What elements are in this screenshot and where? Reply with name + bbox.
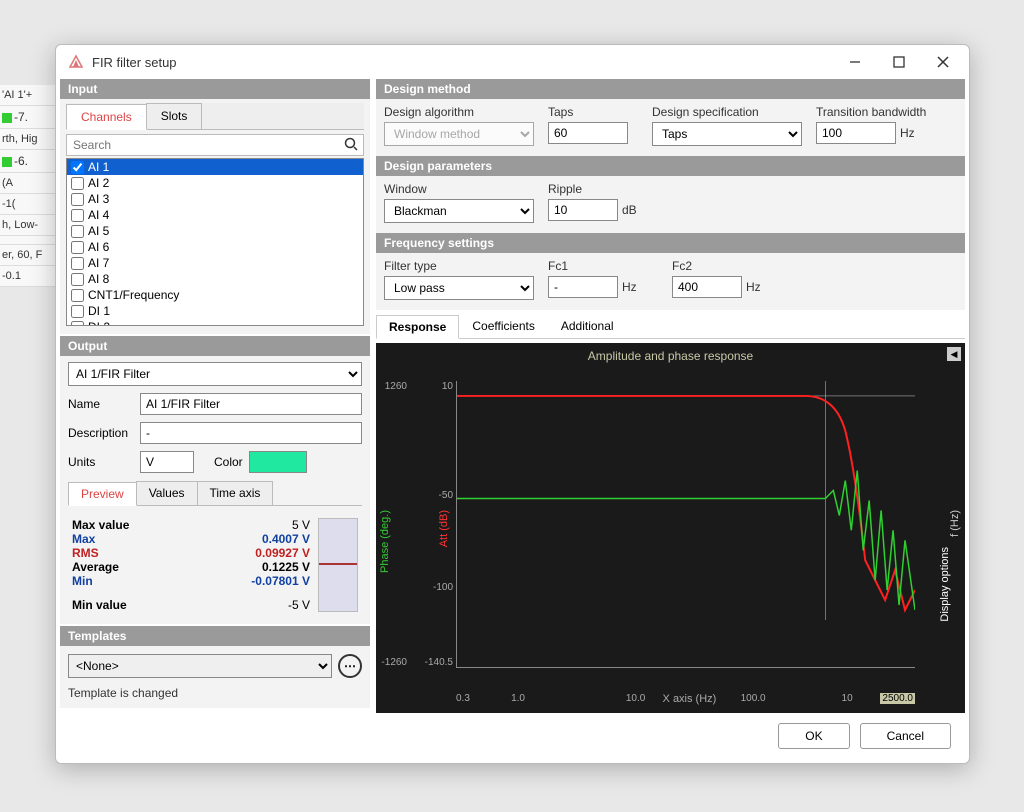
tab-preview[interactable]: Preview [68,482,137,506]
input-section-header: Input [60,79,370,99]
tab-slots[interactable]: Slots [146,103,203,129]
channel-checkbox[interactable] [71,321,84,327]
window-title: FIR filter setup [92,55,833,70]
ok-button[interactable]: OK [778,723,849,749]
color-picker[interactable] [249,451,307,473]
channel-checkbox[interactable] [71,225,84,238]
app-logo-icon [68,54,84,70]
description-field[interactable] [140,422,362,444]
channel-checkbox[interactable] [71,305,84,318]
display-options-button[interactable]: Display options [939,547,951,622]
output-channel-select[interactable]: AI 1/FIR Filter [68,362,362,386]
channel-item[interactable]: AI 6 [67,239,363,255]
x-axis-label: X axis (Hz) [663,693,717,705]
freq-settings-header: Frequency settings [376,233,965,253]
template-select[interactable]: <None> [68,654,332,678]
channel-item[interactable]: DI 2 [67,319,363,326]
channel-item[interactable]: AI 7 [67,255,363,271]
channel-list[interactable]: AI 1 AI 2 AI 3 AI 4 AI 5 AI 6 AI 7 AI 8 … [66,158,364,326]
level-bar [318,518,358,612]
channel-item[interactable]: AI 4 [67,207,363,223]
chart-title: Amplitude and phase response [376,343,965,363]
att-axis-label: Att (dB) [438,510,450,547]
channel-item[interactable]: AI 8 [67,271,363,287]
template-more-button[interactable]: ⋯ [338,654,362,678]
search-input[interactable] [66,134,364,156]
fir-filter-dialog: FIR filter setup Input Channels Slots AI… [55,44,970,764]
name-label: Name [68,397,140,411]
design-method-header: Design method [376,79,965,99]
channel-item[interactable]: AI 2 [67,175,363,191]
transition-bw-field[interactable] [816,122,896,144]
color-label: Color [214,455,243,469]
response-chart[interactable]: ◀ Amplitude and phase response Phase (de… [376,343,965,713]
name-field[interactable] [140,393,362,415]
tab-time-axis[interactable]: Time axis [197,481,274,505]
fc2-field[interactable] [672,276,742,298]
output-section-header: Output [60,336,370,356]
channel-item[interactable]: CNT1/Frequency [67,287,363,303]
tab-additional[interactable]: Additional [548,314,627,338]
channel-checkbox[interactable] [71,161,84,174]
input-tabs: Channels Slots [66,103,364,130]
channel-item[interactable]: DI 1 [67,303,363,319]
filter-type-select[interactable]: Low pass [384,276,534,300]
tab-values[interactable]: Values [136,481,198,505]
channel-item[interactable]: AI 5 [67,223,363,239]
tab-channels[interactable]: Channels [66,104,147,130]
tab-response[interactable]: Response [376,315,459,339]
right-axis-label: f (Hz) [949,510,961,537]
template-status: Template is changed [68,686,362,700]
channel-checkbox[interactable] [71,209,84,222]
background-window: 'AI 1'+ -7. rth, Hig -6. (A -1( h, Low- … [0,85,60,287]
channel-item[interactable]: AI 1 [67,159,363,175]
maximize-button[interactable] [877,47,921,77]
channel-checkbox[interactable] [71,257,84,270]
taps-field[interactable] [548,122,628,144]
channel-checkbox[interactable] [71,241,84,254]
window-select[interactable]: Blackman [384,199,534,223]
design-algorithm-select[interactable]: Window method [384,122,534,146]
search-icon[interactable] [344,137,358,154]
response-tabs: Response Coefficients Additional [376,314,965,339]
channel-checkbox[interactable] [71,177,84,190]
templates-section-header: Templates [60,626,370,646]
ripple-field[interactable] [548,199,618,221]
close-button[interactable] [921,47,965,77]
cancel-button[interactable]: Cancel [860,723,951,749]
description-label: Description [68,426,140,440]
collapse-icon[interactable]: ◀ [947,347,961,361]
design-params-header: Design parameters [376,156,965,176]
fc1-field[interactable] [548,276,618,298]
design-spec-select[interactable]: Taps [652,122,802,146]
tab-coefficients[interactable]: Coefficients [459,314,547,338]
minimize-button[interactable] [833,47,877,77]
channel-item[interactable]: AI 3 [67,191,363,207]
channel-checkbox[interactable] [71,273,84,286]
units-field[interactable] [140,451,194,473]
channel-checkbox[interactable] [71,289,84,302]
titlebar: FIR filter setup [56,45,969,79]
units-label: Units [68,455,140,469]
channel-checkbox[interactable] [71,193,84,206]
phase-axis-label: Phase (deg.) [379,510,391,573]
